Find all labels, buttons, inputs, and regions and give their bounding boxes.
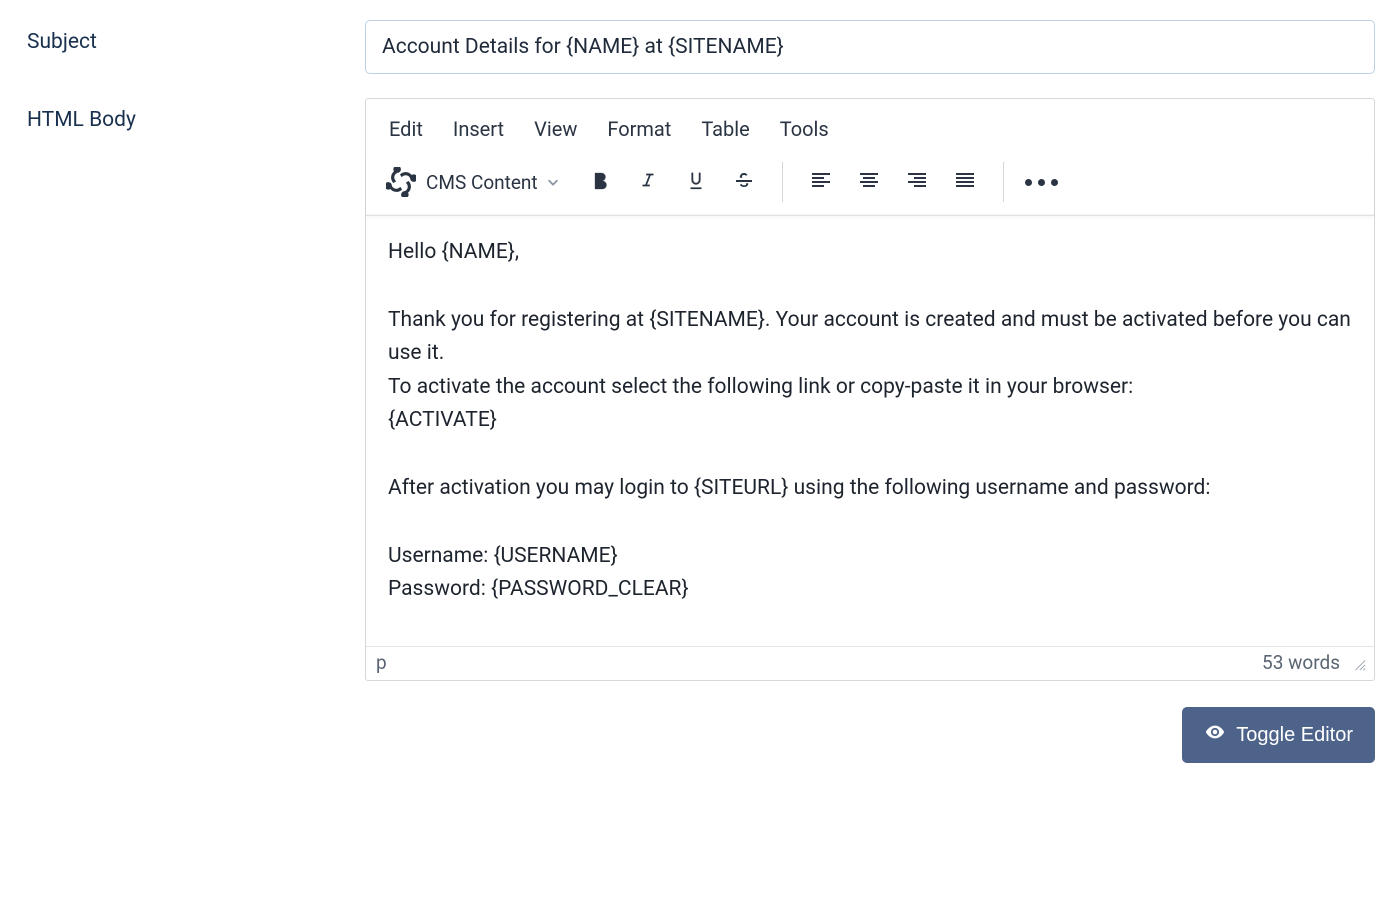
strikethrough-button[interactable]: [724, 162, 764, 202]
menu-insert[interactable]: Insert: [438, 103, 519, 153]
menu-view[interactable]: View: [519, 103, 592, 153]
chevron-down-icon: [546, 175, 560, 189]
align-left-button[interactable]: [801, 162, 841, 202]
bold-icon: [588, 168, 612, 196]
subject-input[interactable]: [365, 20, 1375, 74]
menu-format[interactable]: Format: [592, 103, 686, 153]
editor-line: Username: {USERNAME}: [388, 540, 1352, 574]
editor-toolbar: CMS Content: [366, 153, 1374, 216]
toolbar-separator: [782, 162, 783, 202]
editor-blank-line: [388, 438, 1352, 472]
statusbar-word-count: 53 words: [1262, 651, 1340, 674]
align-justify-button[interactable]: [945, 162, 985, 202]
italic-icon: [637, 169, 659, 195]
cms-content-dropdown[interactable]: CMS Content: [376, 159, 568, 205]
toggle-editor-label: Toggle Editor: [1236, 724, 1353, 747]
editor-line: To activate the account select the follo…: [388, 371, 1352, 405]
underline-icon: [685, 169, 707, 195]
subject-label: Subject: [25, 20, 365, 54]
editor-line: Password: {PASSWORD_CLEAR}: [388, 573, 1352, 607]
resize-handle-icon[interactable]: [1350, 655, 1366, 671]
editor-line: After activation you may login to {SITEU…: [388, 472, 1352, 506]
editor-content-area[interactable]: Hello {NAME}, Thank you for registering …: [366, 216, 1374, 646]
html-body-label: HTML Body: [25, 98, 365, 132]
strikethrough-icon: [732, 168, 756, 196]
rich-text-editor: Edit Insert View Format Table Tools: [365, 98, 1375, 681]
toolbar-separator: [1003, 162, 1004, 202]
menu-table[interactable]: Table: [686, 103, 764, 153]
joomla-icon: [384, 165, 418, 199]
align-center-button[interactable]: [849, 162, 889, 202]
align-center-icon: [857, 168, 881, 196]
italic-button[interactable]: [628, 162, 668, 202]
align-justify-icon: [953, 168, 977, 196]
editor-line: Thank you for registering at {SITENAME}.…: [388, 304, 1352, 371]
menu-edit[interactable]: Edit: [374, 103, 438, 153]
menu-tools[interactable]: Tools: [765, 103, 844, 153]
editor-blank-line: [388, 506, 1352, 540]
editor-blank-line: [388, 270, 1352, 304]
cms-content-label: CMS Content: [426, 171, 538, 194]
align-right-icon: [905, 168, 929, 196]
toggle-editor-button[interactable]: Toggle Editor: [1182, 707, 1375, 763]
editor-menubar: Edit Insert View Format Table Tools: [366, 99, 1374, 153]
align-right-button[interactable]: [897, 162, 937, 202]
more-horizontal-icon: [1025, 179, 1058, 186]
underline-button[interactable]: [676, 162, 716, 202]
statusbar-element-path[interactable]: p: [376, 651, 387, 674]
editor-statusbar: p 53 words: [366, 646, 1374, 680]
more-button[interactable]: [1022, 162, 1062, 202]
align-left-icon: [809, 168, 833, 196]
bold-button[interactable]: [580, 162, 620, 202]
editor-line: {ACTIVATE}: [388, 404, 1352, 438]
editor-line: Hello {NAME},: [388, 236, 1352, 270]
eye-icon: [1204, 721, 1226, 749]
